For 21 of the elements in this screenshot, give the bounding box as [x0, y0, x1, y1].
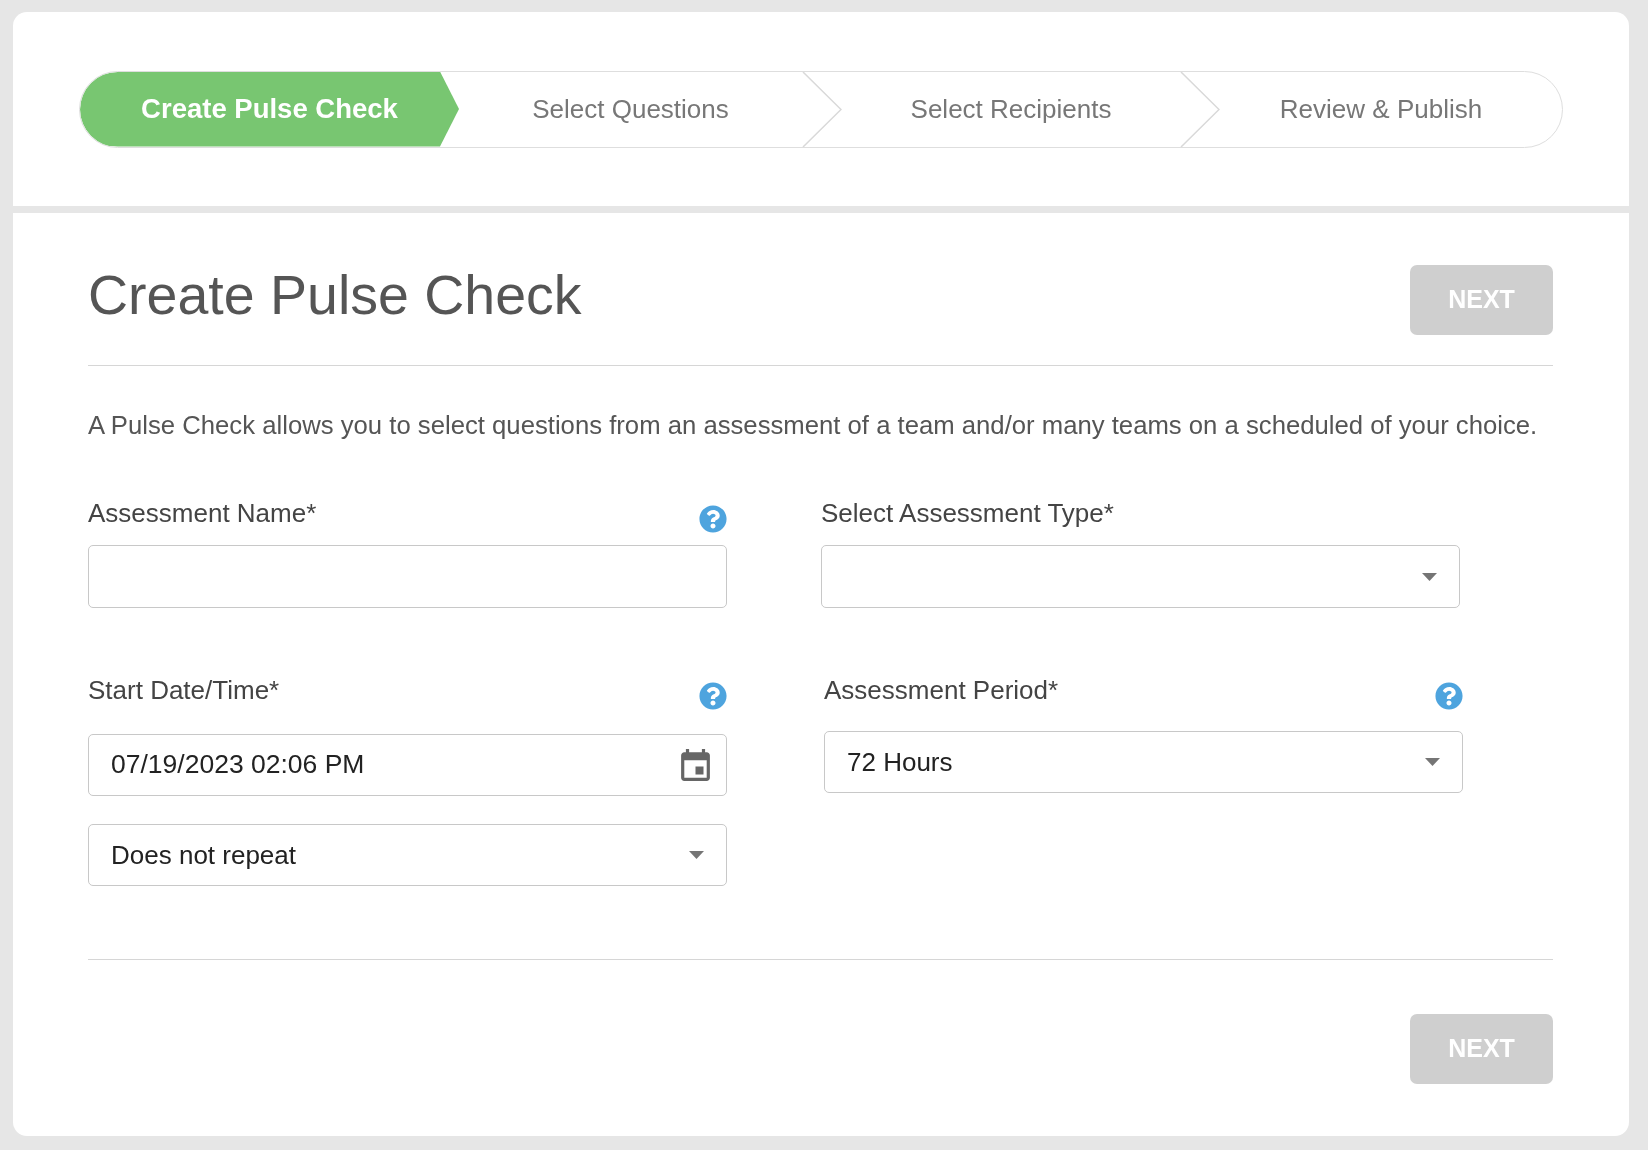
calendar-icon[interactable]: [681, 749, 710, 781]
dropdown-select[interactable]: 72 Hours: [824, 731, 1463, 793]
field-label: Select Assessment Type*: [821, 498, 1114, 528]
stepper-step[interactable]: Review & Publish: [1220, 71, 1562, 147]
field-label: Start Date/Time*: [88, 675, 280, 705]
caret-icon: [1422, 572, 1437, 581]
caret-icon: [1425, 758, 1440, 766]
dropdown-select[interactable]: Does not repeat: [88, 824, 727, 886]
field-label: Assessment Name*: [88, 498, 317, 528]
field-label: Assessment Period*: [824, 675, 1059, 705]
stepper-step[interactable]: Select Questions: [459, 71, 802, 147]
help-icon[interactable]: [1435, 682, 1463, 710]
dropdown-select[interactable]: [821, 545, 1460, 608]
caret-icon: [689, 851, 704, 859]
stepper-step[interactable]: Select Recipients: [842, 71, 1180, 147]
help-icon[interactable]: [699, 682, 727, 710]
help-icon[interactable]: [699, 505, 727, 533]
date-time-input[interactable]: 07/19/2023 02:06 PM: [88, 734, 727, 796]
description-text: A Pulse Check allows you to select questions from an assessment of a team and/or many teams on a scheduled of your choice.: [88, 410, 1539, 440]
text-input[interactable]: [88, 545, 727, 608]
page-title: Create Pulse Check: [88, 265, 582, 325]
